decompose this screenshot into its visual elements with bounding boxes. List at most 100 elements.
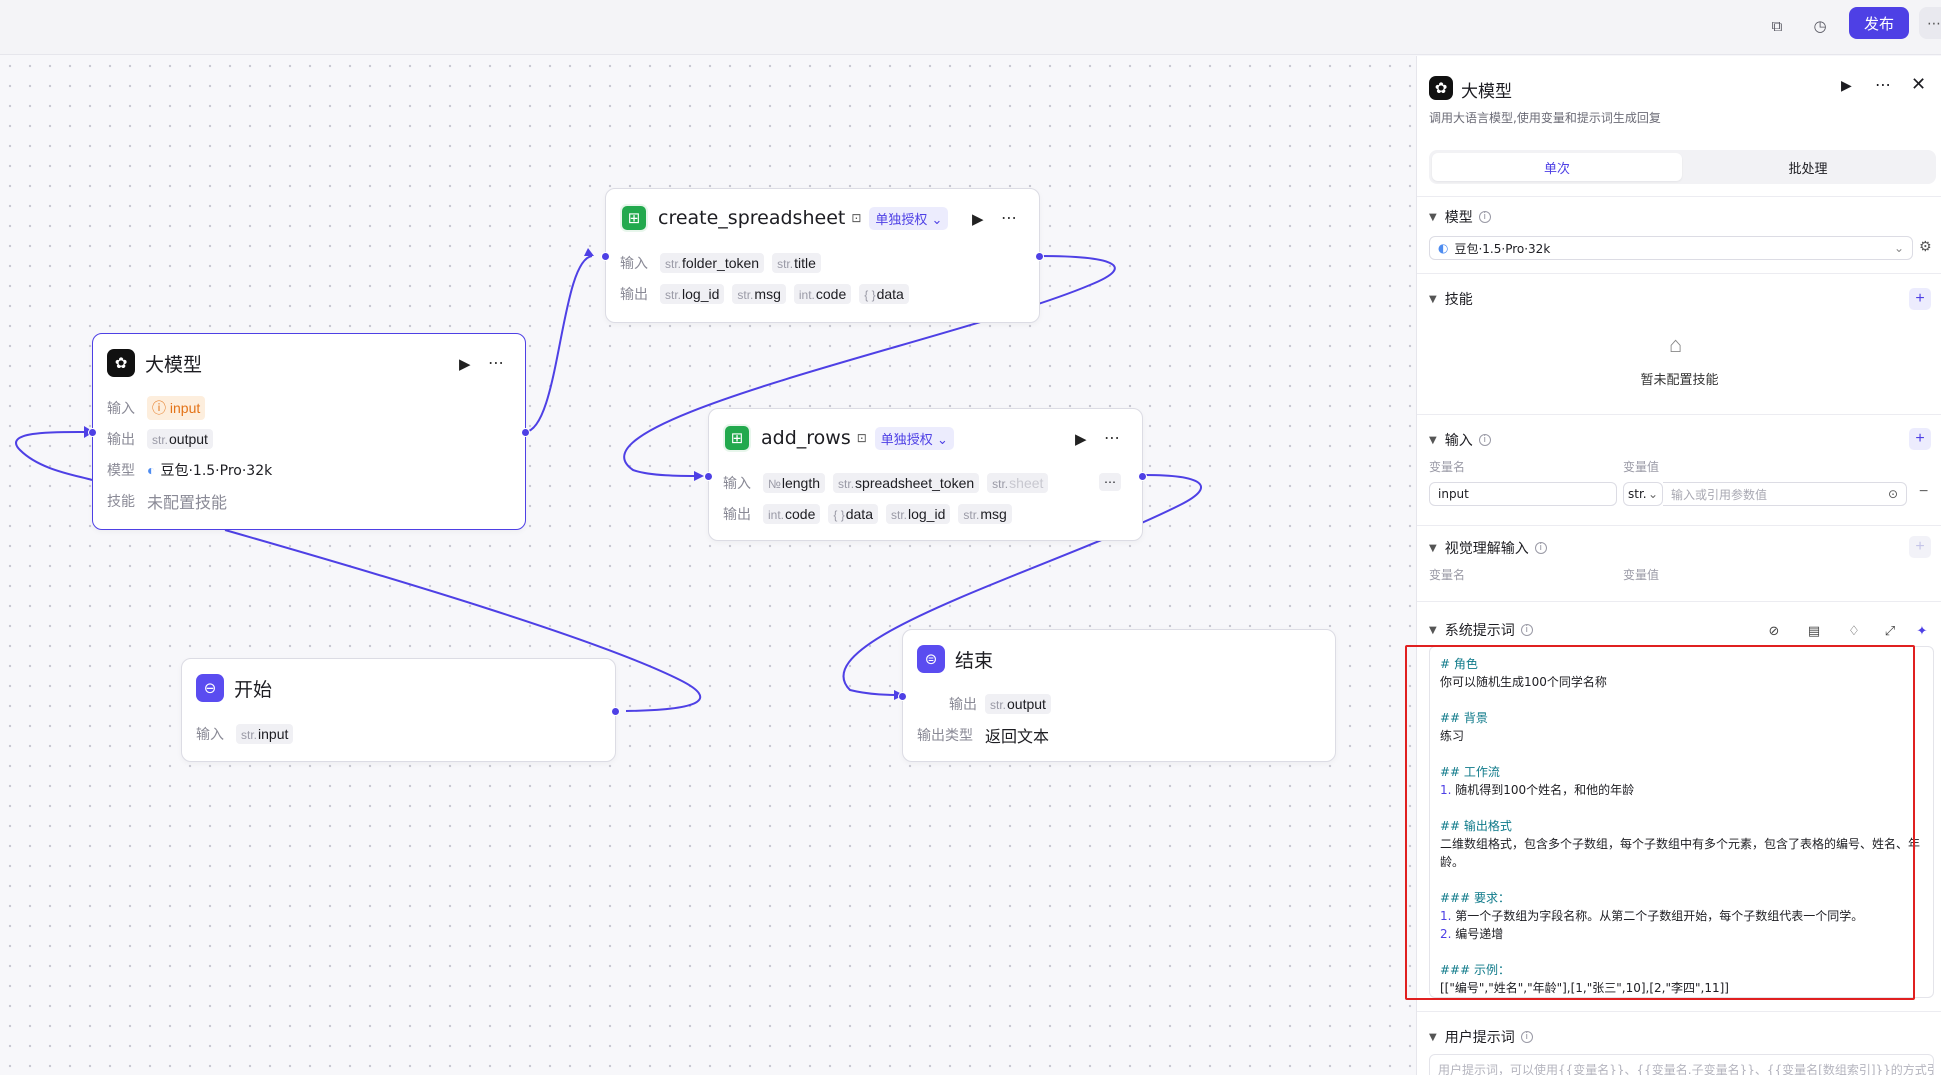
output-label: 输出 xyxy=(723,507,751,523)
remove-icon[interactable]: − xyxy=(1919,483,1928,501)
section-title: 模型 xyxy=(1444,210,1473,226)
input-var-value-field[interactable]: 输入或引用参数值 ⊙ xyxy=(1663,482,1907,506)
input-var-type-select[interactable]: str. ⌄ xyxy=(1623,482,1663,506)
param-tag: str.spreadsheet_token xyxy=(833,473,980,493)
param-name: code xyxy=(785,506,816,522)
input-row: 输入 №length str.spreadsheet_token str.she… xyxy=(723,471,1128,495)
target-icon[interactable]: ⊙ xyxy=(1888,487,1898,501)
panel-more-icon[interactable]: ⋯ xyxy=(1875,75,1891,95)
chevron-down-icon: ⌄ xyxy=(1893,241,1904,255)
prompt-blank-line xyxy=(1440,745,1922,763)
model-select[interactable]: ◐ 豆包·1.5·Pro·32k ⌄ xyxy=(1429,236,1913,260)
auth-badge[interactable]: 单独授权 ⌄ xyxy=(874,426,954,450)
check-circle-icon[interactable]: ⊘ xyxy=(1765,622,1783,640)
auth-badge[interactable]: 单独授权 ⌄ xyxy=(869,206,949,230)
info-icon: i xyxy=(1520,1031,1533,1043)
section-title: 视觉理解输入 xyxy=(1444,541,1529,557)
type-prefix: { } xyxy=(864,288,876,302)
vision-section-header[interactable]: ▼ 视觉理解输入 i xyxy=(1429,538,1547,558)
panel-title: 大模型 xyxy=(1461,82,1512,102)
param-tag: int.code xyxy=(763,504,821,524)
add-skill-button[interactable]: + xyxy=(1909,288,1931,310)
overflow-more-icon[interactable]: ⋯ xyxy=(1099,473,1121,491)
type-prefix: str. xyxy=(838,477,855,491)
skill-value: 未配置技能 xyxy=(147,493,228,512)
output-port[interactable] xyxy=(521,428,530,437)
mode-segmented: 单次 批处理 xyxy=(1429,150,1936,184)
run-icon[interactable]: ▶ xyxy=(1841,77,1852,94)
input-port[interactable] xyxy=(898,692,907,701)
output-label: 输出 xyxy=(107,432,135,448)
add-input-button[interactable]: + xyxy=(1909,428,1931,450)
close-icon[interactable]: ✕ xyxy=(1911,74,1926,95)
input-port[interactable] xyxy=(601,252,610,261)
node-start[interactable]: ⊖ 开始 输入 str.input xyxy=(181,658,620,762)
input-var-name-value: input xyxy=(1438,487,1469,501)
var-value-label: 变量值 xyxy=(1623,460,1660,474)
output-type-value: 返回文本 xyxy=(985,727,1050,746)
input-port[interactable] xyxy=(88,428,97,437)
prompt-heading: ## 背景 xyxy=(1440,711,1488,725)
system-prompt-text[interactable]: # 角色 你可以随机生成100个同学名称 ## 背景 练习 ## 工作流 1. 随机得到1… xyxy=(1440,655,1922,997)
more-icon[interactable]: ⋯ xyxy=(1919,7,1941,39)
output-port[interactable] xyxy=(611,707,620,716)
expand-icon[interactable]: ⤢ xyxy=(1881,622,1899,640)
node-more-icon[interactable]: ⋯ xyxy=(488,353,505,373)
user-prompt-editor[interactable]: 用户提示词，可以使用{{变量名}}、{{变量名.子变量名}}、{{变量名[数组索… xyxy=(1429,1054,1934,1075)
param-name: input xyxy=(258,726,289,742)
lightbulb-icon[interactable]: ♢ xyxy=(1845,622,1863,640)
copy-icon[interactable]: ⧉ xyxy=(1763,12,1791,40)
system-prompt-section-header[interactable]: ▼ 系统提示词 i xyxy=(1429,620,1533,640)
run-icon[interactable]: ▶ xyxy=(459,355,471,373)
node-llm[interactable]: ✿ 大模型 ▶ ⋯ 输入 ⓘ input 输出 str.output 模型 ◐ … xyxy=(88,333,530,530)
node-more-icon[interactable]: ⋯ xyxy=(1001,208,1018,228)
tab-single[interactable]: 单次 xyxy=(1432,153,1682,181)
add-vision-button[interactable]: + xyxy=(1909,536,1931,558)
skill-section-header[interactable]: ▼ 技能 xyxy=(1429,289,1473,309)
output-tag: str.output xyxy=(147,429,213,449)
start-icon: ⊖ xyxy=(196,674,224,702)
var-name-label: 变量名 xyxy=(1429,460,1466,474)
node-end[interactable]: ⊜ 结束 输出 str.output 输出类型 返回文本 xyxy=(898,629,1336,762)
history-icon[interactable]: ◷ xyxy=(1806,12,1834,40)
run-icon[interactable]: ▶ xyxy=(1075,430,1087,448)
input-label: 输入 xyxy=(620,256,648,272)
output-name: output xyxy=(169,431,208,447)
warning-icon: ⓘ xyxy=(152,400,170,416)
node-create-spreadsheet[interactable]: ⊞ create_spreadsheet ⊡ 单独授权 ⌄ ▶ ⋯ 输入 str… xyxy=(601,188,1044,323)
param-tag: { }data xyxy=(859,284,909,304)
model-section-header[interactable]: ▼ 模型 i xyxy=(1429,207,1491,227)
param-tag: str.folder_token xyxy=(660,253,765,273)
ai-sparkle-icon[interactable]: ✦ xyxy=(1913,622,1931,640)
lock-icon: ⊡ xyxy=(851,211,862,225)
var-value-label: 变量值 xyxy=(1623,568,1660,582)
input-section-header[interactable]: ▼ 输入 i xyxy=(1429,430,1491,450)
param-tag: str.msg xyxy=(732,284,786,304)
chevron-down-icon: ▼ xyxy=(1429,542,1437,554)
input-port[interactable] xyxy=(704,472,713,481)
user-prompt-placeholder: 用户提示词，可以使用{{变量名}}、{{变量名.子变量名}}、{{变量名[数组索… xyxy=(1438,1063,1934,1075)
doubao-icon: ◐ xyxy=(147,462,156,478)
user-prompt-section-header[interactable]: ▼ 用户提示词 i xyxy=(1429,1027,1533,1047)
chevron-down-icon: ⌄ xyxy=(931,212,943,228)
output-port[interactable] xyxy=(1035,252,1044,261)
chevron-down-icon: ▼ xyxy=(1429,211,1437,223)
prompt-text-line: 二维数组格式，包含多个子数组，每个子数组中有多个元素，包含了表格的编号、姓名、年… xyxy=(1440,837,1921,869)
publish-button[interactable]: 发布 xyxy=(1849,7,1909,39)
param-name: log_id xyxy=(908,506,946,522)
prompt-list-item: 1. 第一个子数组为字段名称。从第二个子数组开始，每个子数组代表一个同学。 xyxy=(1440,909,1864,923)
lock-icon: ⊡ xyxy=(856,431,867,445)
divider xyxy=(1417,414,1941,415)
param-name: folder_token xyxy=(682,255,760,271)
llm-icon: ✿ xyxy=(1429,76,1453,100)
library-icon[interactable]: ▤ xyxy=(1805,622,1823,640)
model-select-value: 豆包·1.5·Pro·32k xyxy=(1454,241,1551,256)
output-port[interactable] xyxy=(1138,472,1147,481)
input-var-name-field[interactable]: input xyxy=(1429,482,1617,506)
tab-batch[interactable]: 批处理 xyxy=(1683,153,1933,181)
node-more-icon[interactable]: ⋯ xyxy=(1104,428,1121,448)
run-icon[interactable]: ▶ xyxy=(972,210,984,228)
gear-icon[interactable]: ⚙ xyxy=(1919,238,1932,255)
param-name: log_id xyxy=(682,286,720,302)
node-add-rows[interactable]: ⊞ add_rows ⊡ 单独授权 ⌄ ▶ ⋯ 输入 №length str.s… xyxy=(704,408,1147,541)
